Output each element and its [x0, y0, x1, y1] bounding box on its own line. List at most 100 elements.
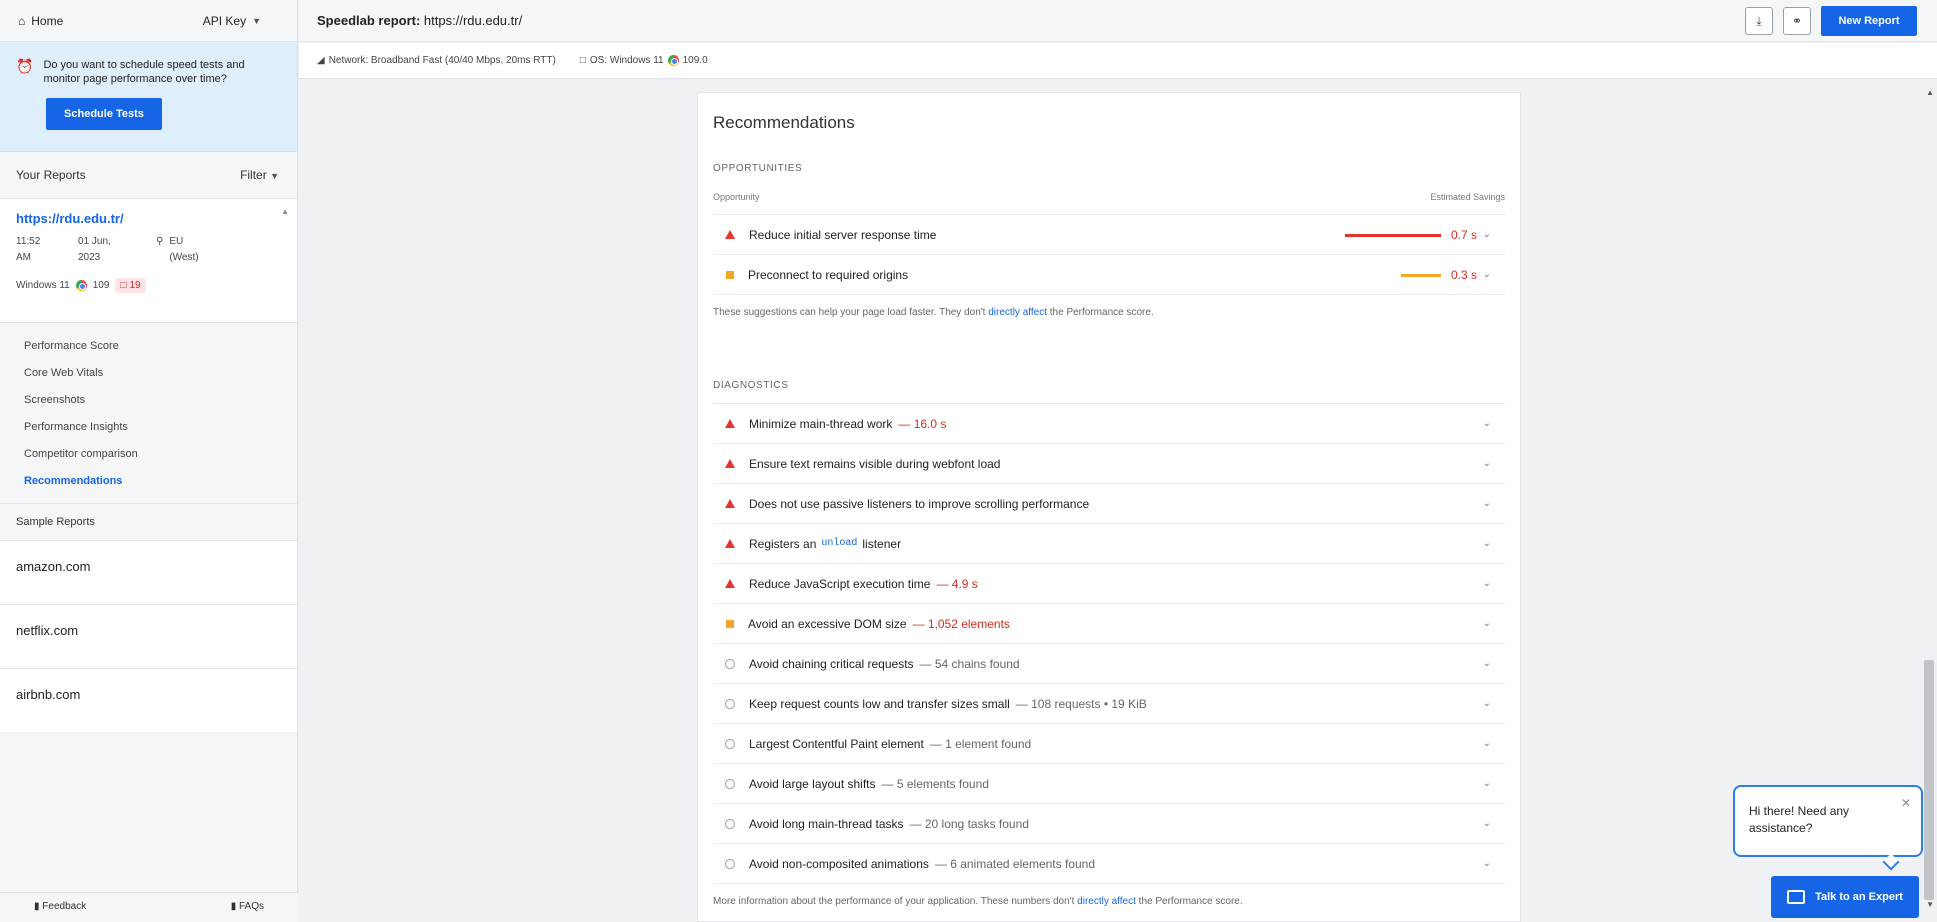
warning-triangle-icon	[725, 499, 735, 508]
report-card[interactable]: https://rdu.edu.tr/ 11:52 AM 01 Jun, 202…	[0, 198, 297, 322]
recommendations-title: Recommendations	[713, 113, 855, 132]
monitor-icon: □	[120, 280, 127, 291]
note-text: These suggestions can help your page loa…	[713, 307, 986, 318]
filter-label: Filter	[240, 168, 267, 182]
nav-recommendations[interactable]: Recommendations	[0, 468, 297, 495]
chevron-down-icon[interactable]: ⌄	[1483, 818, 1491, 829]
filter-dropdown[interactable]: Filter ▼	[240, 168, 279, 182]
signal-icon: ◢	[317, 55, 325, 66]
diagnostic-row[interactable]: Keep request counts low and transfer siz…	[713, 684, 1505, 724]
opportunity-label: Preconnect to required origins	[748, 267, 909, 282]
device-badge-count: 19	[129, 280, 141, 291]
chevron-down-icon[interactable]: ⌄	[1483, 269, 1491, 280]
chevron-down-icon[interactable]: ⌄	[1483, 698, 1491, 709]
diagnostic-row[interactable]: Avoid non-composited animations — 6 anim…	[713, 844, 1505, 884]
sample-report-netflix[interactable]: netflix.com	[0, 604, 297, 668]
copy-link-button[interactable]: ⚭	[1783, 7, 1811, 35]
diagnostic-detail: — 1 element found	[929, 736, 1032, 751]
talk-to-expert-button[interactable]: Talk to an Expert	[1771, 876, 1919, 918]
scroll-down-arrow-icon[interactable]: ▼	[1926, 900, 1934, 909]
close-icon[interactable]: ✕	[1901, 795, 1911, 812]
new-report-button[interactable]: New Report	[1821, 6, 1917, 36]
scroll-up-icon[interactable]: ▲	[281, 207, 289, 216]
info-circle-icon	[725, 698, 735, 709]
opportunities-label: OPPORTUNITIES	[713, 163, 803, 174]
network-info: Network: Broadband Fast (40/40 Mbps, 20m…	[328, 55, 556, 66]
chrome-icon	[667, 55, 679, 66]
diagnostic-label: listener	[862, 536, 902, 551]
directly-affect-link[interactable]: directly affect	[1077, 896, 1136, 907]
chevron-down-icon[interactable]: ⌄	[1483, 418, 1491, 429]
feedback-link[interactable]: ▮ Feedback	[34, 901, 86, 922]
savings-value: 0.3 s	[1450, 268, 1477, 282]
diagnostic-row[interactable]: Largest Contentful Paint element — 1 ele…	[713, 724, 1505, 764]
nav-screenshots[interactable]: Screenshots	[0, 387, 297, 414]
schedule-promo: ⏰ Do you want to schedule speed tests an…	[0, 42, 297, 152]
report-time: 11:52 AM	[16, 236, 41, 263]
report-url[interactable]: https://rdu.edu.tr/	[16, 211, 281, 226]
chevron-down-icon: ▼	[270, 171, 279, 181]
diagnostic-row[interactable]: Does not use passive listeners to improv…	[713, 484, 1505, 524]
chat-icon	[1787, 890, 1806, 904]
diagnostic-label: Avoid chaining critical requests	[749, 656, 914, 671]
nav-performance-insights[interactable]: Performance Insights	[0, 414, 297, 441]
chevron-down-icon[interactable]: ⌄	[1483, 738, 1491, 749]
chevron-down-icon[interactable]: ⌄	[1483, 778, 1491, 789]
info-circle-icon	[725, 778, 735, 789]
diagnostic-row[interactable]: Minimize main-thread work — 16.0 s ⌄	[713, 404, 1505, 444]
sample-report-amazon[interactable]: amazon.com	[0, 540, 297, 604]
diagnostic-detail: — 4.9 s	[936, 576, 978, 591]
chevron-down-icon[interactable]: ⌄	[1483, 229, 1491, 240]
chevron-down-icon: ▼	[252, 15, 261, 26]
diagnostic-row[interactable]: Avoid an excessive DOM size — 1,052 elem…	[713, 604, 1505, 644]
device-badge: □ 19	[115, 278, 146, 293]
note-text: the Performance score.	[1049, 307, 1154, 318]
diagnostic-row[interactable]: Avoid chaining critical requests — 54 ch…	[713, 644, 1505, 684]
chevron-down-icon[interactable]: ⌄	[1483, 618, 1491, 629]
report-nav: Performance Score Core Web Vitals Screen…	[0, 322, 297, 504]
download-button[interactable]: ⤓	[1745, 7, 1773, 35]
diagnostic-row[interactable]: Avoid long main-thread tasks — 20 long t…	[713, 804, 1505, 844]
chevron-down-icon[interactable]: ⌄	[1483, 458, 1491, 469]
chevron-down-icon[interactable]: ⌄	[1483, 538, 1491, 549]
alarm-clock-icon: ⏰	[16, 58, 34, 74]
top-bar: Speedlab report: https://rdu.edu.tr/ ⤓ ⚭…	[299, 0, 1937, 42]
savings-bar	[1400, 273, 1441, 277]
nav-core-web-vitals[interactable]: Core Web Vitals	[0, 360, 297, 387]
chevron-down-icon[interactable]: ⌄	[1483, 858, 1491, 869]
diagnostic-label: Does not use passive listeners to improv…	[749, 496, 1090, 511]
chevron-down-icon[interactable]: ⌄	[1483, 498, 1491, 509]
opportunity-row[interactable]: Reduce initial server response time 0.7 …	[713, 215, 1505, 255]
note-text: the Performance score.	[1138, 896, 1243, 907]
diagnostic-row[interactable]: Avoid large layout shifts — 5 elements f…	[713, 764, 1505, 804]
report-os: Windows 11	[16, 280, 70, 291]
home-link[interactable]: ⌂ Home	[18, 14, 63, 28]
diagnostic-label: Avoid non-composited animations	[749, 856, 929, 871]
sidebar: ⌂ Home API Key ▼ ⏰ Do you want to schedu…	[0, 0, 298, 922]
directly-affect-link[interactable]: directly affect	[988, 307, 1047, 318]
sample-report-airbnb[interactable]: airbnb.com	[0, 668, 297, 732]
scrollbar[interactable]	[1921, 80, 1937, 922]
scroll-up-arrow-icon[interactable]: ▲	[1926, 88, 1934, 97]
faqs-link[interactable]: ▮ FAQs	[231, 901, 264, 922]
nav-competitor-comparison[interactable]: Competitor comparison	[0, 441, 297, 468]
schedule-tests-button[interactable]: Schedule Tests	[46, 98, 162, 130]
diagnostic-label: Registers an	[749, 536, 817, 551]
chevron-down-icon[interactable]: ⌄	[1483, 578, 1491, 589]
chevron-down-icon[interactable]: ⌄	[1483, 658, 1491, 669]
diagnostic-row[interactable]: Registers an unload listener ⌄	[713, 524, 1505, 564]
api-key-label: API Key	[202, 13, 247, 28]
report-title: Speedlab report: https://rdu.edu.tr/	[317, 13, 522, 28]
your-reports-label: Your Reports	[16, 168, 86, 182]
api-key-dropdown[interactable]: API Key ▼	[203, 14, 261, 28]
opportunity-row[interactable]: Preconnect to required origins 0.3 s ⌄	[713, 255, 1505, 295]
nav-performance-score[interactable]: Performance Score	[0, 333, 297, 360]
talk-to-expert-label: Talk to an Expert	[1815, 891, 1903, 903]
savings-column: Estimated Savings	[1430, 192, 1505, 202]
diagnostic-row[interactable]: Ensure text remains visible during webfo…	[713, 444, 1505, 484]
scrollbar-thumb[interactable]	[1924, 660, 1934, 900]
diagnostic-row[interactable]: Reduce JavaScript execution time — 4.9 s…	[713, 564, 1505, 604]
download-icon: ⤓	[1756, 13, 1762, 28]
feedback-icon: ▮	[34, 901, 40, 912]
home-label: Home	[31, 13, 64, 28]
